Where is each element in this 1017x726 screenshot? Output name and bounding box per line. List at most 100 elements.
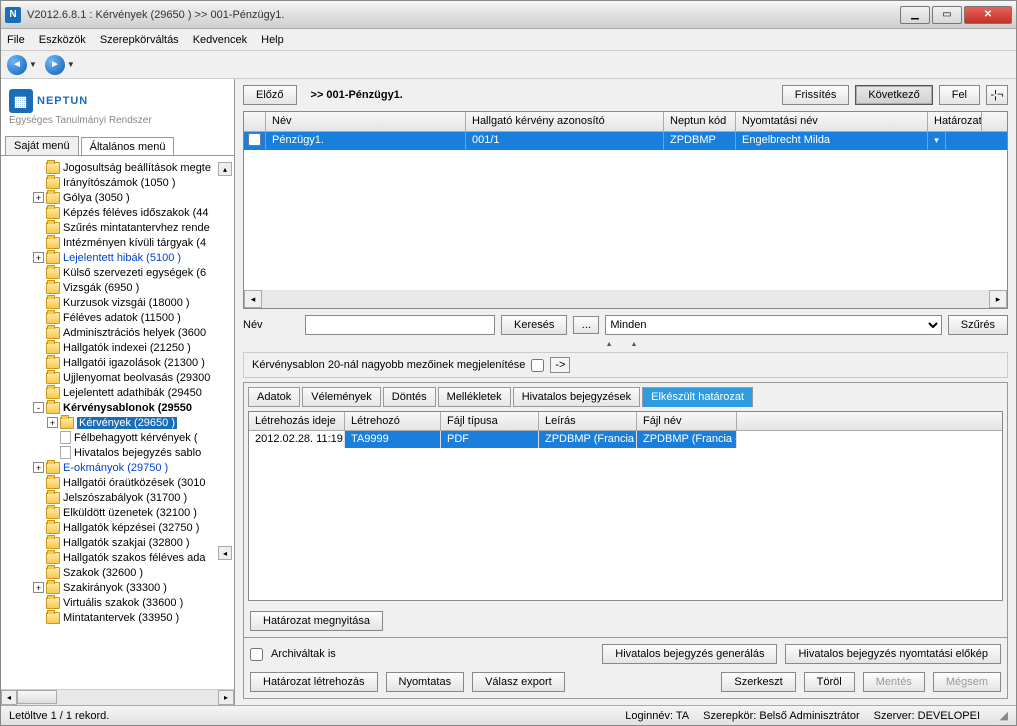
grid-hscroll[interactable]: ◂ ▸ [244,290,1007,308]
expand-icon[interactable]: + [33,462,44,473]
tree-scroll-up[interactable]: ▴ [218,162,232,176]
resize-grip-icon[interactable]: ◢ [994,709,1008,722]
table-row[interactable]: Pénzügy1. 001/1 ZPDBMP Engelbrecht Milda [244,132,1007,150]
tree-item[interactable]: Lejelentett adathibák (29450 [5,385,234,400]
menu-tools[interactable]: Eszközök [39,34,86,46]
hscroll-right-icon[interactable]: ▸ [218,690,234,705]
tree-item[interactable]: Hallgatók szakos féléves ada [5,550,234,565]
filter-button[interactable]: Szűrés [948,315,1008,335]
tree-item[interactable]: Szakok (32600 ) [5,565,234,580]
hscroll-thumb[interactable] [17,690,57,704]
edit-button[interactable]: Szerkeszt [721,672,795,692]
cell-decision-dropdown[interactable] [928,132,946,150]
grid-scroll-right-icon[interactable]: ▸ [989,290,1007,308]
dcol-filename[interactable]: Fájl név [637,412,737,430]
refresh-button[interactable]: Frissítés [782,85,850,105]
dcol-filetype[interactable]: Fájl típusa [441,412,539,430]
menu-help[interactable]: Help [261,34,284,46]
tree-item[interactable]: Hallgatói óraütközések (3010 [5,475,234,490]
delete-button[interactable]: Töröl [804,672,855,692]
archived-checkbox[interactable] [250,648,263,661]
tree-item[interactable]: Virtuális szakok (33600 ) [5,595,234,610]
back-dropdown-icon[interactable]: ▼ [29,60,37,69]
tab-decision[interactable]: Döntés [383,387,436,407]
maximize-button[interactable] [932,6,962,24]
dcol-created[interactable]: Létrehozás ideje [249,412,345,430]
tab-data[interactable]: Adatok [248,387,300,407]
tab-general-menu[interactable]: Általános menü [81,137,175,156]
tree-item[interactable]: Intézményen kívüli tárgyak (4 [5,235,234,250]
close-button[interactable] [964,6,1012,24]
tree-item[interactable]: -Kérvénysablonok (29550 [5,400,234,415]
tree-item[interactable]: Ujjlenyomat beolvasás (29300 [5,370,234,385]
filter-select[interactable]: Minden [605,315,941,335]
tree-item[interactable]: +Szakirányok (33300 ) [5,580,234,595]
tree-item[interactable]: Hallgatók képzései (32750 ) [5,520,234,535]
detail-row[interactable]: 2012.02.28. 11:19:2 TA9999 PDF ZPDBMP (F… [249,431,1002,448]
go-button[interactable]: -> [550,357,570,373]
large-fields-checkbox[interactable] [531,359,544,372]
tree-item[interactable]: Vizsgák (6950 ) [5,280,234,295]
col-neptun-code[interactable]: Neptun kód [664,112,736,131]
tree-item[interactable]: Jogosultság beállítások megte [5,160,234,175]
tree-item[interactable]: Hivatalos bejegyzés sablo [5,445,234,460]
tree-item[interactable]: Kurzusok vizsgái (18000 ) [5,295,234,310]
tree-item[interactable]: Jelszószabályok (31700 ) [5,490,234,505]
col-request-id[interactable]: Hallgató kérvény azonosító [466,112,664,131]
expand-icon[interactable]: + [33,192,44,203]
tab-official[interactable]: Hivatalos bejegyzések [513,387,640,407]
save-button[interactable]: Mentés [863,672,925,692]
tab-ready-decision[interactable]: Elkészült határozat [642,387,753,407]
tab-own-menu[interactable]: Saját menü [5,136,79,155]
cancel-button[interactable]: Mégsem [933,672,1001,692]
preview-entry-button[interactable]: Hivatalos bejegyzés nyomtatási előkép [785,644,1001,664]
print-button[interactable]: Nyomtatas [386,672,465,692]
back-button[interactable]: ◄ [7,55,27,75]
tree-item[interactable]: Adminisztrációs helyek (3600 [5,325,234,340]
tree-hscroll[interactable]: ◂ ▸ [1,689,234,705]
row-checkbox[interactable] [248,133,261,146]
splitter-handle[interactable]: ▲ ▲ [235,341,1016,352]
dcol-description[interactable]: Leírás [539,412,637,430]
tree-item[interactable]: Irányítószámok (1050 ) [5,175,234,190]
search-input[interactable] [305,315,495,335]
tree[interactable]: Jogosultság beállítások megteIrányítószá… [5,160,234,689]
tree-item[interactable]: Képzés féléves időszakok (44 [5,205,234,220]
pin-button[interactable]: -¦¬ [986,85,1008,105]
expand-icon[interactable]: + [33,582,44,593]
tree-item[interactable]: Félbehagyott kérvények ( [5,430,234,445]
create-decision-button[interactable]: Határozat létrehozás [250,672,378,692]
menu-roleswitch[interactable]: Szerepkörváltás [100,34,179,46]
tree-item[interactable]: Hallgatók szakjai (32800 ) [5,535,234,550]
dcol-creator[interactable]: Létrehozó [345,412,441,430]
gen-entry-button[interactable]: Hivatalos bejegyzés generálás [602,644,777,664]
menu-favorites[interactable]: Kedvencek [193,34,247,46]
hscroll-left-icon[interactable]: ◂ [1,690,17,705]
export-button[interactable]: Válasz export [472,672,565,692]
tree-item[interactable]: Szűrés mintatantervhez rende [5,220,234,235]
tree-item[interactable]: +Kérvények (29650 ) [5,415,234,430]
tree-item[interactable]: Elküldött üzenetek (32100 ) [5,505,234,520]
forward-button[interactable]: ► [45,55,65,75]
expand-icon[interactable]: + [47,417,58,428]
tree-item[interactable]: Hallgatói igazolások (21300 ) [5,355,234,370]
tree-item[interactable]: Külső szervezeti egységek (6 [5,265,234,280]
tree-item[interactable]: Féléves adatok (11500 ) [5,310,234,325]
next-button[interactable]: Következő [855,85,932,105]
tree-item[interactable]: Hallgatók indexei (21250 ) [5,340,234,355]
tab-opinions[interactable]: Vélemények [302,387,381,407]
tab-attachments[interactable]: Mellékletek [438,387,511,407]
grid-scroll-left-icon[interactable]: ◂ [244,290,262,308]
tree-item[interactable]: +E-okmányok (29750 ) [5,460,234,475]
search-more-button[interactable]: ... [573,316,599,334]
expand-icon[interactable]: + [33,252,44,263]
expand-icon[interactable]: - [33,402,44,413]
col-decision[interactable]: Határozat [928,112,982,131]
col-name[interactable]: Név [266,112,466,131]
search-button[interactable]: Keresés [501,315,567,335]
col-print-name[interactable]: Nyomtatási név [736,112,928,131]
open-decision-button[interactable]: Határozat megnyitása [250,611,383,631]
menu-file[interactable]: File [7,34,25,46]
tree-scroll-button[interactable]: ◂ [218,546,232,560]
tree-item[interactable]: +Lejelentett hibák (5100 ) [5,250,234,265]
